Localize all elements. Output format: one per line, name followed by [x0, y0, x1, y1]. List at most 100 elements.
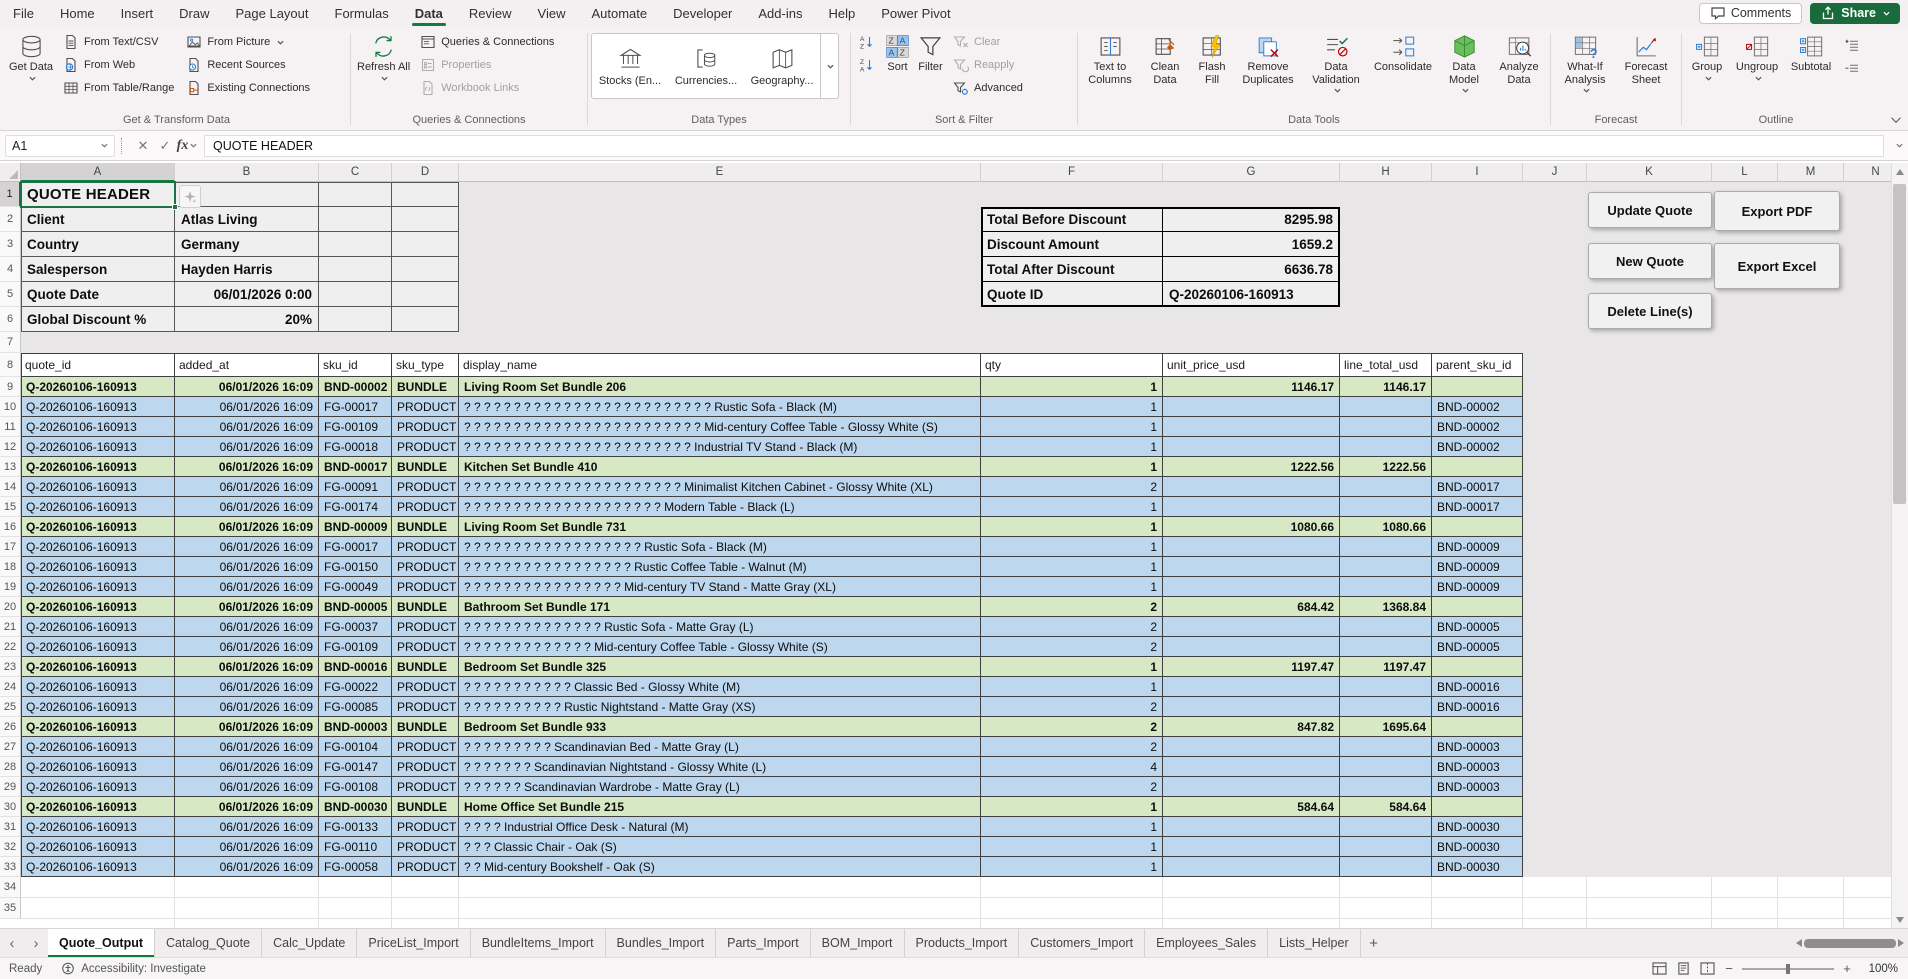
row-header-15[interactable]: 15 [0, 497, 21, 517]
cell-E16[interactable]: Living Room Set Bundle 731 [459, 517, 981, 537]
row-header-19[interactable]: 19 [0, 577, 21, 597]
cell-G32[interactable] [1163, 837, 1340, 857]
row-header-21[interactable]: 21 [0, 617, 21, 637]
cell-G27[interactable] [1163, 737, 1340, 757]
workbook-links-button[interactable]: Workbook Links [415, 77, 559, 99]
cell-F13[interactable]: 1 [981, 457, 1163, 477]
sheet-tab-employees-sales[interactable]: Employees_Sales [1145, 929, 1268, 957]
cell-D2[interactable] [392, 207, 459, 232]
cell-D18[interactable]: PRODUCT [392, 557, 459, 577]
geography-data-type[interactable]: Geography... [744, 34, 820, 98]
cell-B16[interactable]: 06/01/2026 16:09 [175, 517, 319, 537]
sort-button[interactable]: ZAAZ Sort [882, 31, 913, 75]
cell-H25[interactable] [1340, 697, 1432, 717]
cell-C17[interactable]: FG-00017 [319, 537, 392, 557]
tab-page-layout[interactable]: Page Layout [223, 0, 322, 26]
cell-E24[interactable]: ? ? ? ? ? ? ? ? ? ? ? Classic Bed - Glos… [459, 677, 981, 697]
cell-A10[interactable]: Q-20260106-160913 [21, 397, 175, 417]
cell-I18[interactable]: BND-00009 [1432, 557, 1523, 577]
cell-E33[interactable]: ? ? Mid-century Bookshelf - Oak (S) [459, 857, 981, 877]
cell-D13[interactable]: BUNDLE [392, 457, 459, 477]
row-header-9[interactable]: 9 [0, 377, 21, 397]
column-header-D[interactable]: D [392, 163, 459, 182]
stocks-data-type[interactable]: Stocks (En... [592, 34, 668, 98]
cell-C19[interactable]: FG-00049 [319, 577, 392, 597]
cell-D28[interactable]: PRODUCT [392, 757, 459, 777]
cell-G10[interactable] [1163, 397, 1340, 417]
cell-A15[interactable]: Q-20260106-160913 [21, 497, 175, 517]
cell-E27[interactable]: ? ? ? ? ? ? ? ? ? Scandinavian Bed - Mat… [459, 737, 981, 757]
cell-D31[interactable]: PRODUCT [392, 817, 459, 837]
cell-G8[interactable]: unit_price_usd [1163, 353, 1340, 377]
scroll-up-button[interactable] [1891, 163, 1908, 180]
row-header-25[interactable]: 25 [0, 697, 21, 717]
cell-B6[interactable]: 20% [175, 307, 319, 332]
formula-input[interactable]: QUOTE HEADER [204, 135, 1884, 157]
cell-F14[interactable]: 2 [981, 477, 1163, 497]
cell-B10[interactable]: 06/01/2026 16:09 [175, 397, 319, 417]
cell-I14[interactable]: BND-00017 [1432, 477, 1523, 497]
cell-F9[interactable]: 1 [981, 377, 1163, 397]
cell-C13[interactable]: BND-00017 [319, 457, 392, 477]
cell-I21[interactable]: BND-00005 [1432, 617, 1523, 637]
cell-I33[interactable]: BND-00030 [1432, 857, 1523, 877]
tab-formulas[interactable]: Formulas [322, 0, 402, 26]
sheet-tab-bom-import[interactable]: BOM_Import [811, 929, 905, 957]
ungroup-button[interactable]: Ungroup [1731, 31, 1783, 82]
horizontal-scroll-thumb[interactable] [1804, 939, 1896, 948]
sheet-tab-customers-import[interactable]: Customers_Import [1019, 929, 1145, 957]
cell-H18[interactable] [1340, 557, 1432, 577]
cell-A14[interactable]: Q-20260106-160913 [21, 477, 175, 497]
cell-E14[interactable]: ? ? ? ? ? ? ? ? ? ? ? ? ? ? ? ? ? ? ? ? … [459, 477, 981, 497]
cell-E19[interactable]: ? ? ? ? ? ? ? ? ? ? ? ? ? ? ? ? Mid-cent… [459, 577, 981, 597]
cell-E17[interactable]: ? ? ? ? ? ? ? ? ? ? ? ? ? ? ? ? ? ? Rust… [459, 537, 981, 557]
cell-A20[interactable]: Q-20260106-160913 [21, 597, 175, 617]
data-model-button[interactable]: Data Model [1437, 31, 1491, 94]
cell-F32[interactable]: 1 [981, 837, 1163, 857]
cell-C27[interactable]: FG-00104 [319, 737, 392, 757]
insert-function-button[interactable]: fx [176, 135, 198, 157]
cell-A28[interactable]: Q-20260106-160913 [21, 757, 175, 777]
share-button[interactable]: Share [1810, 3, 1900, 24]
cell-G11[interactable] [1163, 417, 1340, 437]
cell-B23[interactable]: 06/01/2026 16:09 [175, 657, 319, 677]
row-header-26[interactable]: 26 [0, 717, 21, 737]
cell-B17[interactable]: 06/01/2026 16:09 [175, 537, 319, 557]
cell-C32[interactable]: FG-00110 [319, 837, 392, 857]
cell-G16[interactable]: 1080.66 [1163, 517, 1340, 537]
forecast-sheet-button[interactable]: Forecast Sheet [1618, 31, 1674, 87]
recent-sources-button[interactable]: Recent Sources [181, 54, 315, 76]
cell-B2[interactable]: Atlas Living [175, 207, 319, 232]
tab-home[interactable]: Home [47, 0, 108, 26]
cell-A1[interactable]: QUOTE HEADER [21, 182, 175, 207]
cell-G15[interactable] [1163, 497, 1340, 517]
cell-G25[interactable] [1163, 697, 1340, 717]
accessibility-status[interactable]: Accessibility: Investigate [51, 958, 215, 979]
cell-C31[interactable]: FG-00133 [319, 817, 392, 837]
cell-D30[interactable]: BUNDLE [392, 797, 459, 817]
cell-G3[interactable]: 1659.2 [1163, 232, 1340, 257]
select-all-button[interactable] [0, 163, 21, 182]
cell-H23[interactable]: 1197.47 [1340, 657, 1432, 677]
cell-C30[interactable]: BND-00030 [319, 797, 392, 817]
from-table-range-button[interactable]: From Table/Range [58, 77, 179, 99]
cell-E26[interactable]: Bedroom Set Bundle 933 [459, 717, 981, 737]
cell-E12[interactable]: ? ? ? ? ? ? ? ? ? ? ? ? ? ? ? ? ? ? ? ? … [459, 437, 981, 457]
cell-F28[interactable]: 4 [981, 757, 1163, 777]
cell-F18[interactable]: 1 [981, 557, 1163, 577]
row-header-35[interactable]: 35 [0, 898, 21, 919]
cell-H19[interactable] [1340, 577, 1432, 597]
cell-C33[interactable]: FG-00058 [319, 857, 392, 877]
new-quote-button[interactable]: New Quote [1588, 243, 1712, 279]
row-header-18[interactable]: 18 [0, 557, 21, 577]
cell-B32[interactable]: 06/01/2026 16:09 [175, 837, 319, 857]
tab-power-pivot[interactable]: Power Pivot [868, 0, 963, 26]
cell-D33[interactable]: PRODUCT [392, 857, 459, 877]
cell-H17[interactable] [1340, 537, 1432, 557]
zoom-slider-thumb[interactable] [1786, 964, 1790, 974]
new-sheet-button[interactable]: + [1361, 929, 1387, 957]
cell-B3[interactable]: Germany [175, 232, 319, 257]
cell-G21[interactable] [1163, 617, 1340, 637]
cell-B15[interactable]: 06/01/2026 16:09 [175, 497, 319, 517]
get-data-button[interactable]: Get Data [6, 31, 56, 82]
